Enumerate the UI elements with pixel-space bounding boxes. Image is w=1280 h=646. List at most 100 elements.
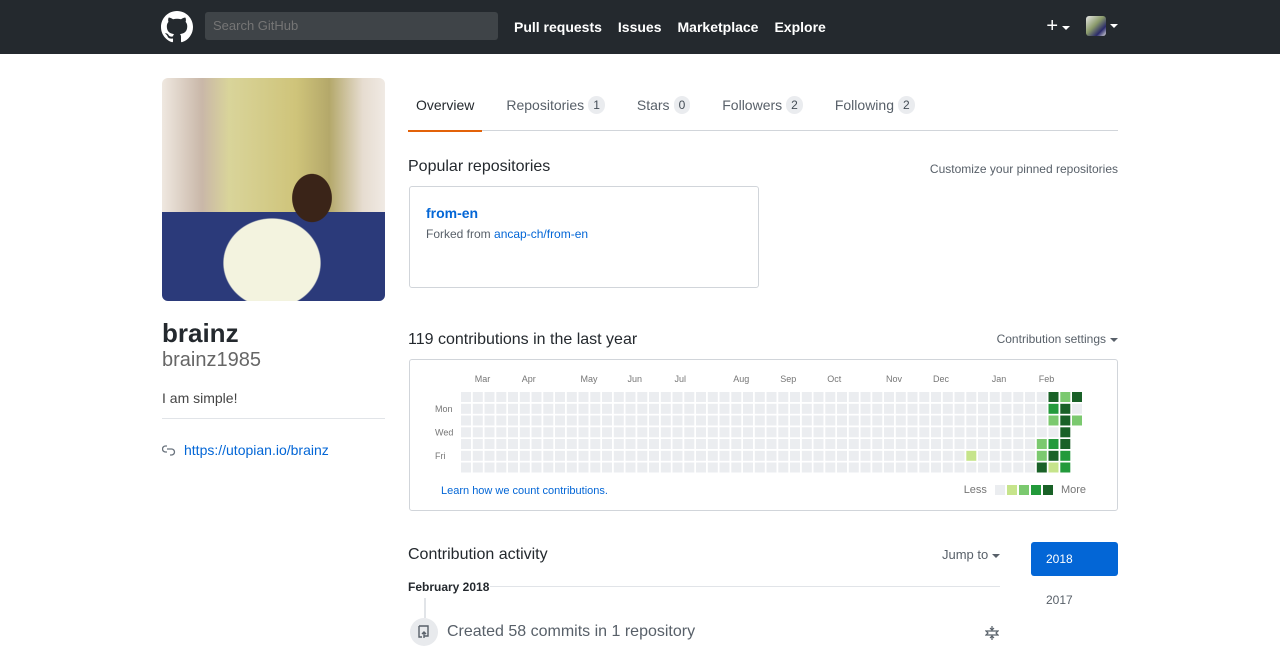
contribution-day[interactable] <box>1025 462 1035 473</box>
contribution-day[interactable] <box>942 392 953 402</box>
contribution-day[interactable] <box>801 450 812 461</box>
contribution-day[interactable] <box>496 427 507 438</box>
contribution-day[interactable] <box>919 462 930 473</box>
contribution-day[interactable] <box>872 439 883 449</box>
contribution-day[interactable] <box>613 403 624 414</box>
contribution-day[interactable] <box>566 403 577 414</box>
contribution-day[interactable] <box>496 392 507 402</box>
contribution-day[interactable] <box>672 427 683 438</box>
contribution-day[interactable] <box>743 403 753 414</box>
contribution-day[interactable] <box>931 450 941 461</box>
contribution-day[interactable] <box>884 439 894 449</box>
contribution-day[interactable] <box>472 415 483 426</box>
contribution-day[interactable] <box>731 439 742 449</box>
contribution-day[interactable] <box>942 427 953 438</box>
contribution-day[interactable] <box>931 392 941 402</box>
contribution-day[interactable] <box>590 450 601 461</box>
contribution-day[interactable] <box>578 403 589 414</box>
contribution-day[interactable] <box>625 427 636 438</box>
contribution-day[interactable] <box>942 439 953 449</box>
contribution-day[interactable] <box>719 462 730 473</box>
year-2018-button[interactable]: 2018 <box>1031 542 1118 576</box>
contribution-day[interactable] <box>672 415 683 426</box>
contribution-day[interactable] <box>508 427 518 438</box>
contribution-day[interactable] <box>731 450 742 461</box>
contribution-day[interactable] <box>519 427 530 438</box>
contribution-day[interactable] <box>719 439 730 449</box>
contribution-day[interactable] <box>590 415 601 426</box>
contribution-day[interactable] <box>555 427 565 438</box>
contribution-day[interactable] <box>966 439 977 449</box>
contribution-day[interactable] <box>966 392 977 402</box>
contribution-day[interactable] <box>825 415 836 426</box>
contribution-day[interactable] <box>790 415 800 426</box>
contribution-day[interactable] <box>954 450 965 461</box>
contribution-day[interactable] <box>1025 415 1035 426</box>
contribution-day[interactable] <box>743 462 753 473</box>
contribution-day[interactable] <box>719 415 730 426</box>
contribution-day[interactable] <box>954 462 965 473</box>
contribution-settings-dropdown[interactable]: Contribution settings <box>997 332 1118 346</box>
contribution-day[interactable] <box>461 439 471 449</box>
contribution-day[interactable] <box>754 403 765 414</box>
contribution-day[interactable] <box>848 439 859 449</box>
profile-website-link[interactable]: https://utopian.io/brainz <box>184 442 329 458</box>
contribution-day[interactable] <box>508 439 518 449</box>
contribution-day[interactable] <box>719 450 730 461</box>
contribution-day[interactable] <box>672 439 683 449</box>
contribution-day[interactable] <box>519 439 530 449</box>
contribution-day[interactable] <box>461 450 471 461</box>
contribution-day[interactable] <box>731 427 742 438</box>
contribution-day[interactable] <box>848 462 859 473</box>
contribution-day[interactable] <box>1025 427 1035 438</box>
contribution-day[interactable] <box>696 439 706 449</box>
contribution-day[interactable] <box>613 392 624 402</box>
contribution-day[interactable] <box>707 403 718 414</box>
contribution-day[interactable] <box>1001 439 1012 449</box>
contribution-day[interactable] <box>649 392 659 402</box>
contribution-day[interactable] <box>931 462 941 473</box>
customize-pinned-link[interactable]: Customize your pinned repositories <box>930 162 1118 176</box>
contribution-day[interactable] <box>989 427 1000 438</box>
contribution-day[interactable] <box>1013 392 1024 402</box>
contribution-day[interactable] <box>942 403 953 414</box>
contribution-day[interactable] <box>578 439 589 449</box>
contribution-day[interactable] <box>1001 450 1012 461</box>
contribution-day[interactable] <box>1060 403 1071 414</box>
contribution-day[interactable] <box>660 403 671 414</box>
fork-source-link[interactable]: ancap-ch/from-en <box>494 227 588 241</box>
contribution-day[interactable] <box>754 415 765 426</box>
contribution-day[interactable] <box>531 462 542 473</box>
contribution-day[interactable] <box>672 462 683 473</box>
contribution-day[interactable] <box>625 450 636 461</box>
year-2017-link[interactable]: 2017 <box>1046 593 1073 607</box>
contribution-day[interactable] <box>637 427 648 438</box>
contribution-day[interactable] <box>484 403 495 414</box>
contribution-day[interactable] <box>1036 415 1047 426</box>
contribution-day[interactable] <box>1036 427 1047 438</box>
contribution-day[interactable] <box>484 439 495 449</box>
contribution-day[interactable] <box>754 392 765 402</box>
contribution-day[interactable] <box>848 392 859 402</box>
contribution-day[interactable] <box>1001 427 1012 438</box>
nav-issues[interactable]: Issues <box>618 19 662 35</box>
contribution-day[interactable] <box>543 462 554 473</box>
contribution-day[interactable] <box>613 462 624 473</box>
contribution-day[interactable] <box>461 403 471 414</box>
contribution-day[interactable] <box>566 450 577 461</box>
contribution-day[interactable] <box>555 403 565 414</box>
contribution-day[interactable] <box>660 439 671 449</box>
contribution-day[interactable] <box>907 403 918 414</box>
contribution-day[interactable] <box>966 450 977 461</box>
tab-followers[interactable]: Followers 2 <box>714 78 811 131</box>
contribution-day[interactable] <box>907 439 918 449</box>
tab-following[interactable]: Following 2 <box>827 78 923 131</box>
contribution-day[interactable] <box>907 427 918 438</box>
contribution-day[interactable] <box>696 403 706 414</box>
contribution-day[interactable] <box>578 427 589 438</box>
contribution-day[interactable] <box>1060 392 1071 402</box>
contribution-day[interactable] <box>637 392 648 402</box>
contribution-day[interactable] <box>919 427 930 438</box>
contribution-day[interactable] <box>590 392 601 402</box>
contribution-day[interactable] <box>895 415 906 426</box>
